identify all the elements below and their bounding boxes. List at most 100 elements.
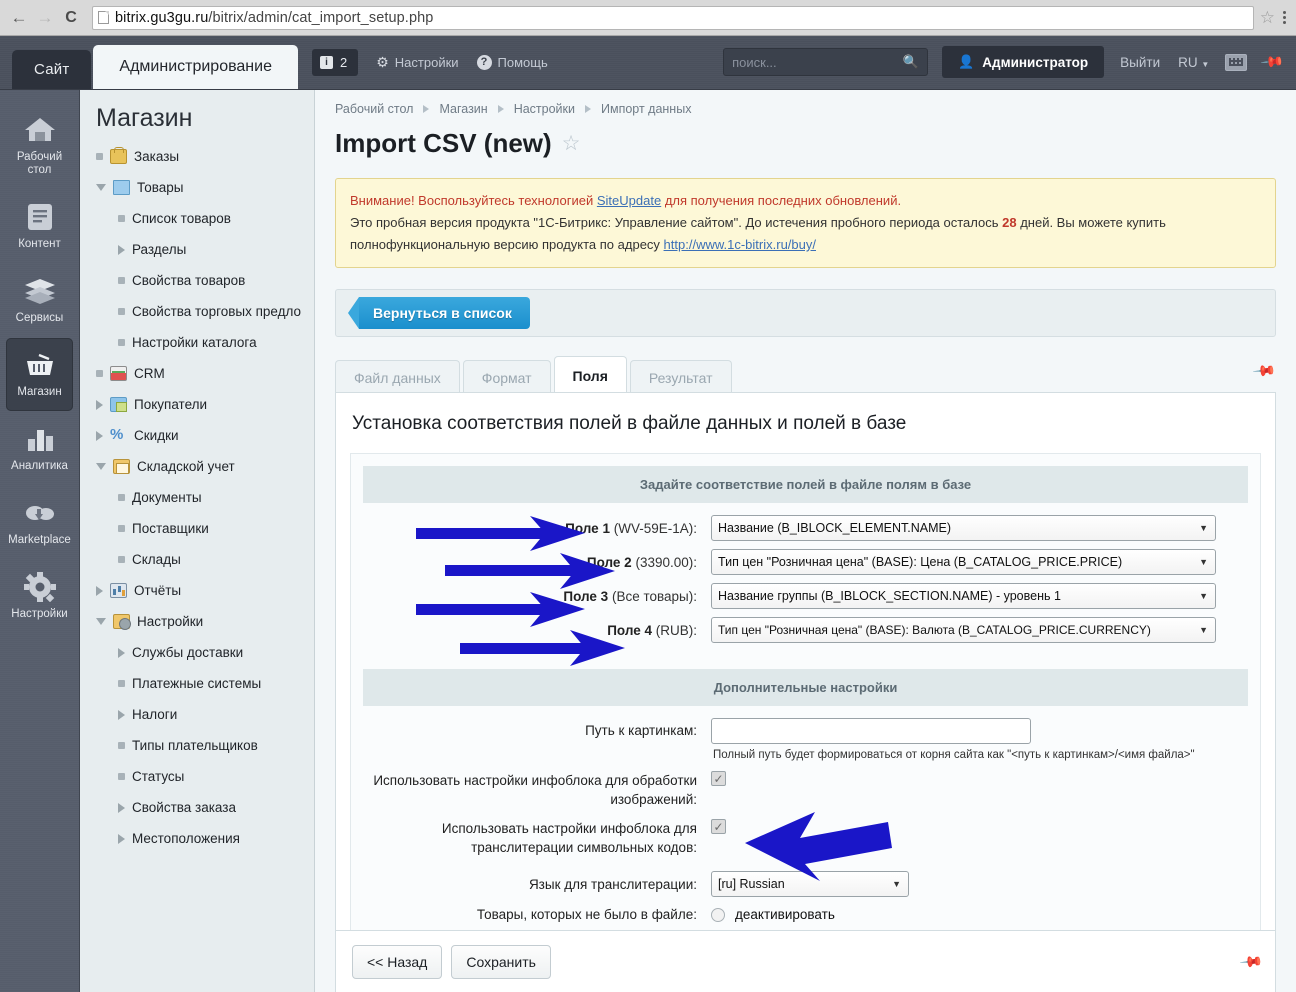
rail-item-settings[interactable]: Настройки — [6, 560, 73, 633]
sidebar-item-label: Настройки — [137, 614, 204, 629]
field-mapping-select[interactable]: Название (B_IBLOCK_ELEMENT.NAME) ▼ — [711, 515, 1216, 541]
rail-item-content[interactable]: Контент — [6, 190, 73, 263]
top-settings-link[interactable]: ⚙ Настройки — [376, 54, 458, 71]
logout-link[interactable]: Выйти — [1120, 55, 1160, 70]
notice-line1-post: для получения последних обновлений. — [661, 193, 902, 208]
image-path-hint: Полный путь будет формироваться от корня… — [713, 749, 1195, 761]
deactivate-radio[interactable] — [711, 907, 725, 922]
sidebar-item-9[interactable]: % Скидки — [80, 420, 314, 451]
browser-menu-icon[interactable] — [1279, 11, 1290, 24]
notifications-badge[interactable]: i 2 — [311, 48, 359, 76]
sidebar-item-1[interactable]: Товары — [80, 172, 314, 203]
pin-icon[interactable]: 📌 — [1252, 358, 1278, 384]
rail-item-desktop[interactable]: Рабочий стол — [6, 103, 73, 189]
buy-link[interactable]: http://www.1c-bitrix.ru/buy/ — [664, 237, 816, 252]
sidebar-item-22[interactable]: Местоположения — [80, 823, 314, 854]
sidebar-item-16[interactable]: Службы доставки — [80, 637, 314, 668]
sidebar-item-0[interactable]: Заказы — [80, 141, 314, 172]
home-icon — [8, 113, 71, 147]
search-input[interactable]: поиск... 🔍 — [723, 48, 929, 76]
check-icon: ✓ — [713, 819, 724, 834]
use-iblock-images-label: Использовать настройки инфоблока для обр… — [373, 773, 697, 807]
sidebar-item-14[interactable]: Отчёты — [80, 575, 314, 606]
use-iblock-images-checkbox[interactable]: ✓ — [711, 771, 726, 786]
rail-item-analytics[interactable]: Аналитика — [6, 412, 73, 485]
rail-item-services[interactable]: Сервисы — [6, 264, 73, 337]
tab-data-file[interactable]: Файл данных — [335, 360, 460, 392]
sidebar-item-13[interactable]: Склады — [80, 544, 314, 575]
browser-back-button[interactable]: ← — [6, 5, 32, 31]
breadcrumb-item[interactable]: Импорт данных — [601, 102, 691, 116]
notice-line-2: Это пробная версия продукта "1С-Битрикс:… — [350, 212, 1261, 234]
pin-icon[interactable]: 📌 — [1260, 49, 1286, 75]
sidebar-item-20[interactable]: Статусы — [80, 761, 314, 792]
top-help-link[interactable]: ? Помощь — [476, 54, 548, 70]
notice-line1-pre: Внимание! Воспользуйтесь технологией — [350, 193, 597, 208]
section-nav-fade — [80, 966, 314, 992]
sidebar-item-7[interactable]: CRM — [80, 358, 314, 389]
use-iblock-translit-checkbox[interactable]: ✓ — [711, 819, 726, 834]
pin-icon[interactable]: 📌 — [1239, 949, 1265, 974]
translit-lang-select[interactable]: [ru] Russian ▼ — [711, 871, 909, 897]
mapping-rows: Поле 1 (WV-59E-1A): Название (B_IBLOCK_E… — [351, 503, 1260, 665]
sidebar-item-2[interactable]: Список товаров — [80, 203, 314, 234]
field-mapping-value: Тип цен "Розничная цена" (BASE): Валюта … — [718, 623, 1151, 637]
back-button[interactable]: << Назад — [352, 944, 443, 979]
rail-item-shop[interactable]: Магазин — [6, 338, 73, 411]
chevron-down-icon: ▼ — [1199, 591, 1208, 601]
sidebar-item-4[interactable]: Свойства товаров — [80, 265, 314, 296]
siteupdate-link[interactable]: SiteUpdate — [597, 193, 661, 208]
admin-user-button[interactable]: 👤 Администратор — [942, 46, 1105, 78]
language-selector[interactable]: RU ▼ — [1178, 55, 1209, 70]
tab-result[interactable]: Результат — [629, 360, 732, 392]
action-toolbar: Вернуться в список — [335, 289, 1276, 337]
sidebar-item-18[interactable]: Налоги — [80, 699, 314, 730]
rail-item-marketplace[interactable]: Marketplace — [6, 486, 73, 559]
breadcrumb-item[interactable]: Настройки — [514, 102, 575, 116]
chevron-down-icon: ▼ — [1199, 523, 1208, 533]
keyboard-icon[interactable] — [1225, 53, 1248, 71]
breadcrumb-item[interactable]: Магазин — [439, 102, 487, 116]
breadcrumb-item[interactable]: Рабочий стол — [335, 102, 413, 116]
mapping-block-header: Задайте соответствие полей в файле полям… — [363, 466, 1248, 503]
main-nav-rail: Рабочий стол Контент Сервисы Магазин Ана… — [0, 90, 80, 992]
basket-icon — [8, 348, 71, 382]
field-mapping-select[interactable]: Тип цен "Розничная цена" (BASE): Цена (B… — [711, 549, 1216, 575]
tab-format[interactable]: Формат — [462, 360, 551, 392]
back-to-list-button[interactable]: Вернуться в список — [348, 297, 530, 329]
sidebar-item-17[interactable]: Платежные системы — [80, 668, 314, 699]
sidebar-item-11[interactable]: Документы — [80, 482, 314, 513]
page-title-text: Import CSV (new) — [335, 128, 552, 158]
tab-fields[interactable]: Поля — [553, 356, 627, 392]
sidebar-item-8[interactable]: Покупатели — [80, 389, 314, 420]
sidebar-item-6[interactable]: Настройки каталога — [80, 327, 314, 358]
sidebar-item-5[interactable]: Свойства торговых предло — [80, 296, 314, 327]
browser-url-bar[interactable]: bitrix.gu3gu.ru/bitrix/admin/cat_import_… — [92, 5, 1254, 30]
translit-lang-row: Язык для транслитерации: [ru] Russian ▼ — [351, 871, 1260, 897]
browser-reload-button[interactable]: C — [58, 5, 84, 31]
favorite-star-icon[interactable]: ☆ — [562, 131, 581, 156]
field-mapping-select[interactable]: Тип цен "Розничная цена" (BASE): Валюта … — [711, 617, 1216, 643]
sidebar-item-21[interactable]: Свойства заказа — [80, 792, 314, 823]
sidebar-item-label: Настройки каталога — [132, 335, 257, 350]
sidebar-item-12[interactable]: Поставщики — [80, 513, 314, 544]
field-label: Поле 1 (WV-59E-1A): — [351, 521, 711, 536]
field-name: Поле 2 — [586, 554, 632, 570]
chevron-right-icon — [497, 105, 504, 113]
sidebar-item-3[interactable]: Разделы — [80, 234, 314, 265]
browser-forward-button[interactable]: → — [32, 5, 58, 31]
sidebar-item-10[interactable]: Складской учет — [80, 451, 314, 482]
report-icon — [110, 583, 127, 598]
tab-site[interactable]: Сайт — [12, 50, 92, 89]
field-mapping-select[interactable]: Название группы (B_IBLOCK_SECTION.NAME) … — [711, 583, 1216, 609]
sidebar-item-15[interactable]: Настройки — [80, 606, 314, 637]
tab-administration[interactable]: Администрирование — [93, 45, 298, 89]
image-path-input[interactable] — [711, 718, 1031, 744]
save-button[interactable]: Сохранить — [451, 944, 551, 979]
bar-chart-icon — [8, 422, 71, 456]
section-nav-list: Заказы Товары Список товаров Разделы Свойств… — [80, 141, 314, 854]
sidebar-item-19[interactable]: Типы плательщиков — [80, 730, 314, 761]
chevron-down-icon: ▼ — [892, 879, 901, 889]
use-iblock-translit-label: Использовать настройки инфоблока для тра… — [441, 821, 697, 855]
bookmark-star-icon[interactable]: ☆ — [1260, 8, 1275, 28]
